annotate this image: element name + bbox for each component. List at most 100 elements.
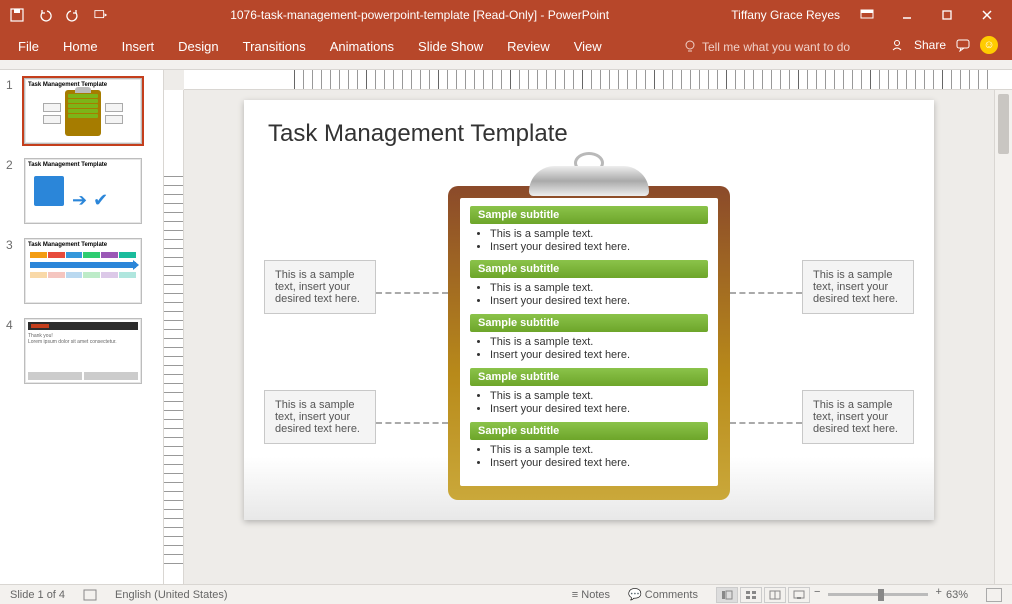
callout-bottom-left[interactable]: This is a sample text, insert your desir… xyxy=(264,390,376,444)
view-buttons xyxy=(716,587,810,603)
connector-line xyxy=(730,292,802,294)
tab-view[interactable]: View xyxy=(562,33,614,60)
thumb3-title: Task Management Template xyxy=(28,242,138,248)
slide-canvas[interactable]: Task Management Template This is a sampl… xyxy=(244,100,934,520)
user-name: Tiffany Grace Reyes xyxy=(731,8,840,22)
bullet-item: This is a sample text. xyxy=(490,228,708,240)
vertical-scrollbar[interactable] xyxy=(994,90,1012,584)
bullet-item: Insert your desired text here. xyxy=(490,241,708,253)
thumbnail-number: 3 xyxy=(6,238,18,304)
thumbnail-number: 1 xyxy=(6,78,18,144)
callout-bottom-right[interactable]: This is a sample text, insert your desir… xyxy=(802,390,914,444)
scrollbar-thumb[interactable] xyxy=(998,94,1009,154)
tab-home[interactable]: Home xyxy=(51,33,110,60)
clipboard-graphic[interactable]: Sample subtitleThis is a sample text.Ins… xyxy=(448,160,730,500)
ribbon-display-icon[interactable] xyxy=(852,5,882,25)
slide-editor: Task Management Template This is a sampl… xyxy=(164,70,1012,584)
tab-design[interactable]: Design xyxy=(166,33,230,60)
status-bar: Slide 1 of 4 English (United States) ≡ N… xyxy=(0,584,1012,604)
thumbnail-preview[interactable]: Task Management Template xyxy=(24,238,142,304)
minimize-icon[interactable] xyxy=(892,5,922,25)
window-controls xyxy=(852,5,1012,25)
spellcheck-icon[interactable] xyxy=(83,589,97,601)
zoom-level[interactable]: 63% xyxy=(946,589,968,601)
horizontal-ruler[interactable] xyxy=(184,70,1012,90)
undo-icon[interactable] xyxy=(38,8,52,22)
slide-thumbnail-panel[interactable]: 1 Task Management Template 2 Task Manage… xyxy=(0,70,164,584)
section-heading[interactable]: Sample subtitle xyxy=(470,260,708,278)
section-bullets[interactable]: This is a sample text.Insert your desire… xyxy=(470,332,708,368)
language-indicator[interactable]: English (United States) xyxy=(115,589,228,601)
lightbulb-icon xyxy=(684,40,696,54)
thumbnail-preview[interactable]: Thank you! Lorem ipsum dolor sit amet co… xyxy=(24,318,142,384)
notes-button[interactable]: ≡ Notes xyxy=(572,589,610,601)
ribbon-shelf xyxy=(0,60,1012,70)
section-heading[interactable]: Sample subtitle xyxy=(470,368,708,386)
connector-line xyxy=(730,422,802,424)
tab-animations[interactable]: Animations xyxy=(318,33,406,60)
ribbon-tabs: File Home Insert Design Transitions Anim… xyxy=(0,30,1012,60)
callout-top-left[interactable]: This is a sample text, insert your desir… xyxy=(264,260,376,314)
window-title: 1076-task-management-powerpoint-template… xyxy=(108,8,731,22)
share-button[interactable]: Share xyxy=(914,38,946,52)
bullet-item: Insert your desired text here. xyxy=(490,295,708,307)
section-bullets[interactable]: This is a sample text.Insert your desire… xyxy=(470,440,708,476)
slide-title[interactable]: Task Management Template xyxy=(268,120,910,148)
bullet-item: This is a sample text. xyxy=(490,390,708,402)
thumbnail-number: 2 xyxy=(6,158,18,224)
normal-view-icon[interactable] xyxy=(716,587,738,603)
bullet-item: Insert your desired text here. xyxy=(490,457,708,469)
clipboard-paper: Sample subtitleThis is a sample text.Ins… xyxy=(460,198,718,486)
clipboard-clip-icon xyxy=(529,166,649,196)
quick-access-toolbar xyxy=(0,8,108,22)
reading-view-icon[interactable] xyxy=(764,587,786,603)
bullet-item: This is a sample text. xyxy=(490,282,708,294)
ribbon-right-actions: Share ☺ xyxy=(882,36,1006,60)
tell-me-input[interactable] xyxy=(702,40,872,54)
close-icon[interactable] xyxy=(972,5,1002,25)
maximize-icon[interactable] xyxy=(932,5,962,25)
tell-me-search[interactable] xyxy=(674,40,882,60)
tab-review[interactable]: Review xyxy=(495,33,562,60)
connector-line xyxy=(376,292,448,294)
bullet-item: Insert your desired text here. xyxy=(490,349,708,361)
tab-slideshow[interactable]: Slide Show xyxy=(406,33,495,60)
section-heading[interactable]: Sample subtitle xyxy=(470,206,708,224)
section-bullets[interactable]: This is a sample text.Insert your desire… xyxy=(470,278,708,314)
section-heading[interactable]: Sample subtitle xyxy=(470,422,708,440)
title-bar: 1076-task-management-powerpoint-template… xyxy=(0,0,1012,30)
zoom-slider[interactable] xyxy=(828,593,928,596)
comments-button[interactable]: 💬 Comments xyxy=(628,588,698,601)
comments-icon[interactable] xyxy=(956,38,970,52)
section-heading[interactable]: Sample subtitle xyxy=(470,314,708,332)
thumbnail-3[interactable]: 3 Task Management Template xyxy=(6,238,157,304)
save-icon[interactable] xyxy=(10,8,24,22)
slide-sorter-view-icon[interactable] xyxy=(740,587,762,603)
slideshow-view-icon[interactable] xyxy=(788,587,810,603)
thumbnail-1[interactable]: 1 Task Management Template xyxy=(6,78,157,144)
bullet-item: This is a sample text. xyxy=(490,336,708,348)
tab-insert[interactable]: Insert xyxy=(110,33,167,60)
thumbnail-2[interactable]: 2 Task Management Template ➔✔ xyxy=(6,158,157,224)
redo-icon[interactable] xyxy=(66,8,80,22)
thumbnail-preview[interactable]: Task Management Template ➔✔ xyxy=(24,158,142,224)
tab-file[interactable]: File xyxy=(6,33,51,60)
feedback-smile-icon[interactable]: ☺ xyxy=(980,36,998,54)
main-area: 1 Task Management Template 2 Task Manage… xyxy=(0,70,1012,584)
bullet-item: This is a sample text. xyxy=(490,444,708,456)
section-bullets[interactable]: This is a sample text.Insert your desire… xyxy=(470,224,708,260)
zoom-slider-thumb[interactable] xyxy=(878,589,884,601)
bullet-item: Insert your desired text here. xyxy=(490,403,708,415)
section-bullets[interactable]: This is a sample text.Insert your desire… xyxy=(470,386,708,422)
slide-canvas-area[interactable]: Task Management Template This is a sampl… xyxy=(184,90,994,584)
slide-indicator: Slide 1 of 4 xyxy=(10,589,65,601)
callout-top-right[interactable]: This is a sample text, insert your desir… xyxy=(802,260,914,314)
connector-line xyxy=(376,422,448,424)
tab-transitions[interactable]: Transitions xyxy=(231,33,318,60)
thumbnail-4[interactable]: 4 Thank you! Lorem ipsum dolor sit amet … xyxy=(6,318,157,384)
fit-to-window-icon[interactable] xyxy=(986,588,1002,602)
vertical-ruler[interactable] xyxy=(164,90,184,584)
share-icon[interactable] xyxy=(890,38,904,52)
start-from-beginning-icon[interactable] xyxy=(94,8,108,22)
thumbnail-preview[interactable]: Task Management Template xyxy=(24,78,142,144)
